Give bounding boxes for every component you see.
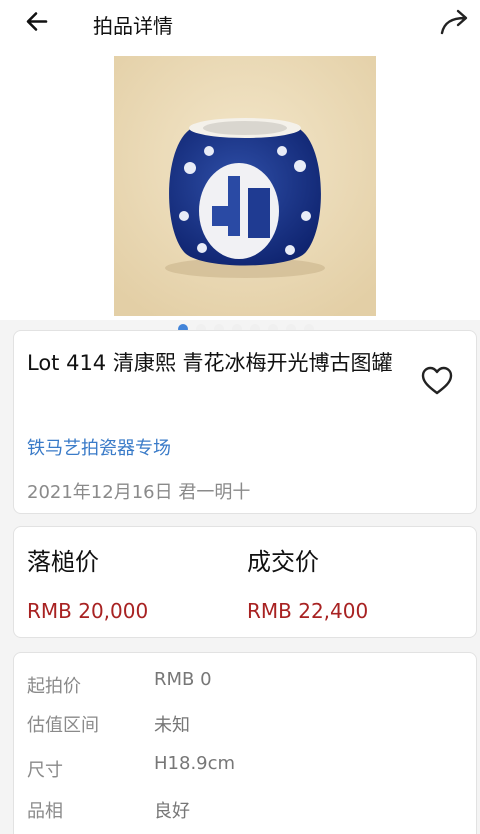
auction-date: 2021年12月16日 君一明十 bbox=[27, 482, 251, 503]
deal-price-label: 成交价 bbox=[247, 548, 319, 576]
detail-label: 品相 bbox=[27, 801, 63, 822]
heart-outline-icon bbox=[421, 366, 453, 395]
lot-photo[interactable] bbox=[114, 56, 376, 316]
top-bar: 拍品详情 bbox=[0, 0, 480, 50]
details-card: 起拍价 RMB 0 估值区间 未知 尺寸 H18.9cm 品相 良好 bbox=[13, 652, 477, 834]
image-gallery[interactable] bbox=[0, 50, 480, 334]
detail-value: 未知 bbox=[154, 715, 190, 736]
detail-value: RMB 0 bbox=[154, 669, 212, 690]
arrow-left-icon bbox=[26, 12, 48, 31]
detail-label: 尺寸 bbox=[27, 760, 63, 781]
auction-session-link[interactable]: 铁马艺拍瓷器专场 bbox=[27, 434, 171, 460]
lot-info-card: Lot 414 清康熙 青花冰梅开光博古图罐 铁马艺拍瓷器专场 2021年12月… bbox=[13, 330, 477, 514]
page-title: 拍品详情 bbox=[93, 14, 173, 38]
deal-price-value: RMB 22,400 bbox=[247, 599, 369, 623]
lot-title: Lot 414 清康熙 青花冰梅开光博古图罐 bbox=[27, 351, 393, 375]
price-card: 落槌价 RMB 20,000 成交价 RMB 22,400 bbox=[13, 526, 477, 638]
detail-label: 起拍价 bbox=[27, 676, 81, 697]
porcelain-jar-image bbox=[114, 56, 376, 316]
share-button[interactable] bbox=[438, 6, 472, 38]
hammer-price-label: 落槌价 bbox=[27, 548, 99, 576]
deal-price-column: 成交价 RMB 22,400 bbox=[247, 545, 368, 623]
hammer-price-value: RMB 20,000 bbox=[27, 599, 149, 623]
hammer-price-column: 落槌价 RMB 20,000 bbox=[27, 545, 148, 623]
favorite-button[interactable] bbox=[419, 363, 455, 399]
detail-value: 良好 bbox=[154, 801, 190, 822]
back-button[interactable] bbox=[22, 8, 52, 38]
detail-value: H18.9cm bbox=[154, 753, 236, 774]
share-icon bbox=[440, 9, 468, 35]
detail-label: 估值区间 bbox=[27, 715, 99, 736]
